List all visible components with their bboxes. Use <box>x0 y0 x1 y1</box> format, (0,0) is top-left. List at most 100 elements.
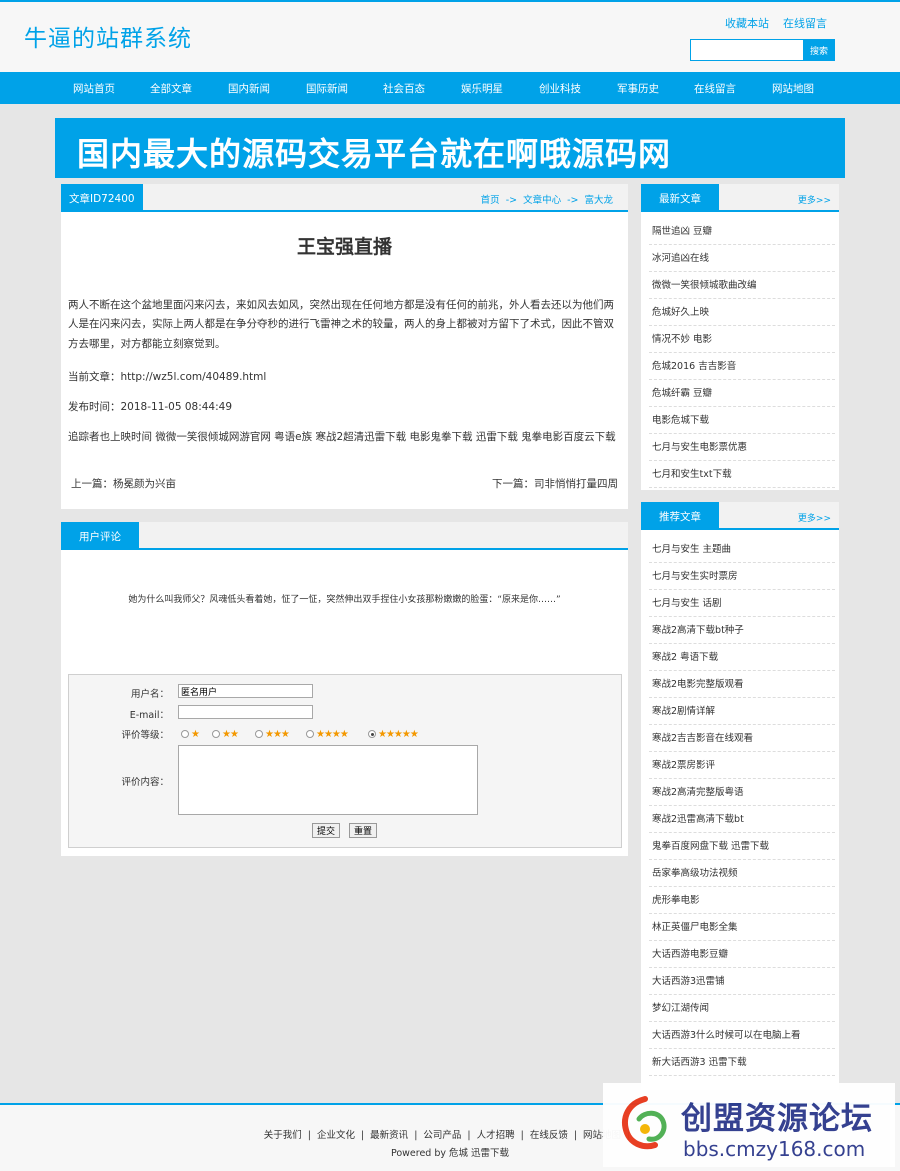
submit-button[interactable]: 提交 <box>312 823 341 838</box>
footer-separator: | <box>307 1130 311 1141</box>
recommended-item[interactable]: 梦幻江湖传闻 <box>649 995 835 1022</box>
latest-item[interactable]: 电影危城下载 <box>649 407 835 434</box>
reset-button[interactable]: 重置 <box>349 823 378 838</box>
banner-ad[interactable]: 国内最大的源码交易平台就在啊哦源码网 <box>55 118 845 178</box>
footer-link[interactable]: 企业文化 <box>317 1130 355 1141</box>
rating-option-5[interactable]: ★★★★★ <box>368 729 419 740</box>
latest-item[interactable]: 微微一笑很倾城歌曲改编 <box>649 272 835 299</box>
rating-radio[interactable] <box>306 730 314 738</box>
latest-item[interactable]: 隔世追凶 豆瓣 <box>649 218 835 245</box>
latest-more-link[interactable]: 更多>> <box>798 193 831 206</box>
footer-link[interactable]: 公司产品 <box>423 1130 461 1141</box>
breadcrumb-articles[interactable]: 文章中心 <box>523 195 561 206</box>
nav-item-all-articles[interactable]: 全部文章 <box>133 81 209 96</box>
recommended-item[interactable]: 七月与安生 主题曲 <box>649 536 835 563</box>
rating-option-2[interactable]: ★★ <box>212 729 239 740</box>
latest-item[interactable]: 冰河追凶在线 <box>649 245 835 272</box>
rating-option-1[interactable]: ★ <box>181 729 200 740</box>
latest-item[interactable]: 危城2016 吉吉影音 <box>649 353 835 380</box>
rating-radio[interactable] <box>212 730 220 738</box>
next-article-link[interactable]: 下一篇：司非悄悄打量四周 <box>492 476 618 491</box>
latest-item[interactable]: 危城好久上映 <box>649 299 835 326</box>
comments-tab: 用户评论 <box>61 522 139 550</box>
article-current-url: 当前文章：http://wz5l.com/40489.html <box>68 371 267 383</box>
recommended-item[interactable]: 寒战2高清完整版粤语 <box>649 779 835 806</box>
email-label: E-mail： <box>129 710 169 721</box>
recommended-more-link[interactable]: 更多>> <box>798 511 831 524</box>
content-textarea[interactable] <box>178 745 478 815</box>
footer-separator: | <box>414 1130 418 1141</box>
star-icon: ★★ <box>222 729 239 740</box>
footer-link[interactable]: 在线反馈 <box>530 1130 568 1141</box>
search-button[interactable]: 搜索 <box>803 39 835 61</box>
recommended-item[interactable]: 寒战2迅雷高清下载bt <box>649 806 835 833</box>
prev-article-link[interactable]: 上一篇：杨冕颜为兴亩 <box>71 478 176 490</box>
nav-item-society[interactable]: 社会百态 <box>366 81 442 96</box>
nav-item-domestic[interactable]: 国内新闻 <box>211 81 287 96</box>
breadcrumb-current[interactable]: 富大龙 <box>584 195 613 206</box>
latest-item[interactable]: 情况不妙 电影 <box>649 326 835 353</box>
recommended-articles-panel: 推荐文章 更多>> 七月与安生 主题曲 七月与安生实时票房 七月与安生 话剧 寒战2高… <box>641 502 839 1090</box>
search-input[interactable] <box>690 39 804 61</box>
recommended-item[interactable]: 寒战2 粤语下载 <box>649 644 835 671</box>
recommended-item[interactable]: 大话西游电影豆瓣 <box>649 941 835 968</box>
article-id-tab: 文章ID72400 <box>61 184 143 212</box>
star-icon: ★★★ <box>265 729 290 740</box>
recommended-item[interactable]: 寒战2电影完整版观看 <box>649 671 835 698</box>
footer-separator: | <box>360 1130 365 1141</box>
nav-item-home[interactable]: 网站首页 <box>56 81 132 96</box>
rating-radio[interactable] <box>368 730 376 738</box>
recommended-articles-header: 推荐文章 更多>> <box>641 502 839 530</box>
bookmark-link[interactable]: 收藏本站 <box>725 17 769 30</box>
footer-link[interactable]: 人才招聘 <box>477 1130 515 1141</box>
header: 牛逼的站群系统 收藏本站 在线留言 搜索 <box>0 0 900 72</box>
breadcrumb-home[interactable]: 首页 <box>481 195 500 206</box>
article-tags[interactable]: 追踪者也上映时间 微微一笑很倾城网游官网 粤语e族 寒战2超清迅雷下载 电影鬼拳… <box>68 429 616 444</box>
nav-item-tech[interactable]: 创业科技 <box>522 81 598 96</box>
banner-text: 国内最大的源码交易平台就在啊哦源码网 <box>77 135 672 173</box>
recommended-item[interactable]: 大话西游3什么时候可以在电脑上看 <box>649 1022 835 1049</box>
recommended-item[interactable]: 寒战2高清下载bt种子 <box>649 617 835 644</box>
breadcrumb-arrow: -> <box>567 195 579 206</box>
comment-form: 用户名： E-mail： 评价等级： ★★★★★★★★★★★★★★★ 评价内容：… <box>68 674 622 848</box>
username-input[interactable] <box>178 684 313 698</box>
latest-articles-panel: 最新文章 更多>> 隔世追凶 豆瓣 冰河追凶在线 微微一笑很倾城歌曲改编 危城好久上映… <box>641 184 839 490</box>
comments-panel-header: 用户评论 <box>61 522 628 550</box>
footer-link[interactable]: 关于我们 <box>264 1130 302 1141</box>
latest-item[interactable]: 七月与安生电影票优惠 <box>649 434 835 461</box>
rating-option-4[interactable]: ★★★★ <box>306 729 349 740</box>
article-panel: 文章ID72400 首页 -> 文章中心 -> 富大龙 王宝强直播 两人不断在这个盆地里… <box>61 184 628 509</box>
main-nav: 网站首页 全部文章 国内新闻 国际新闻 社会百态 娱乐明星 创业科技 军事历史 … <box>0 72 900 104</box>
nav-item-entertainment[interactable]: 娱乐明星 <box>444 81 520 96</box>
watermark-logo-icon <box>622 1096 667 1150</box>
footer-link[interactable]: 最新资讯 <box>370 1130 408 1141</box>
nav-item-international[interactable]: 国际新闻 <box>289 81 365 96</box>
recommended-item[interactable]: 七月与安生实时票房 <box>649 563 835 590</box>
recommended-item[interactable]: 林正英僵尸电影全集 <box>649 914 835 941</box>
prev-next-nav: 上一篇：杨冕颜为兴亩 下一篇：司非悄悄打量四周 <box>71 476 618 491</box>
recommended-item[interactable]: 寒战2吉吉影音在线观看 <box>649 725 835 752</box>
latest-item[interactable]: 危城纤霸 豆瓣 <box>649 380 835 407</box>
recommended-item[interactable]: 鬼拳百度网盘下载 迅雷下载 <box>649 833 835 860</box>
nav-item-guestbook[interactable]: 在线留言 <box>677 81 753 96</box>
watermark-url: bbs.cmzy168.com <box>683 1137 866 1161</box>
rating-radio[interactable] <box>181 730 189 738</box>
recommended-item[interactable]: 新大话西游3 迅雷下载 <box>649 1049 835 1076</box>
recommended-item[interactable]: 寒战2剧情详解 <box>649 698 835 725</box>
rating-radio[interactable] <box>255 730 263 738</box>
site-title[interactable]: 牛逼的站群系统 <box>24 19 192 53</box>
nav-item-military[interactable]: 军事历史 <box>600 81 676 96</box>
email-input[interactable] <box>178 705 313 719</box>
latest-item[interactable]: 七月和安生txt下载 <box>649 461 835 488</box>
recommended-item[interactable]: 大话西游3迅雷铺 <box>649 968 835 995</box>
footer-separator: | <box>467 1130 471 1141</box>
recommended-item[interactable]: 岳家拳高级功法视频 <box>649 860 835 887</box>
footer-separator: | <box>520 1130 524 1141</box>
nav-item-sitemap[interactable]: 网站地图 <box>755 81 831 96</box>
guestbook-link[interactable]: 在线留言 <box>783 17 827 30</box>
latest-articles-title: 最新文章 <box>641 184 719 212</box>
recommended-item[interactable]: 寒战2票房影评 <box>649 752 835 779</box>
recommended-item[interactable]: 虎形拳电影 <box>649 887 835 914</box>
rating-option-3[interactable]: ★★★ <box>255 729 290 740</box>
recommended-item[interactable]: 七月与安生 话剧 <box>649 590 835 617</box>
